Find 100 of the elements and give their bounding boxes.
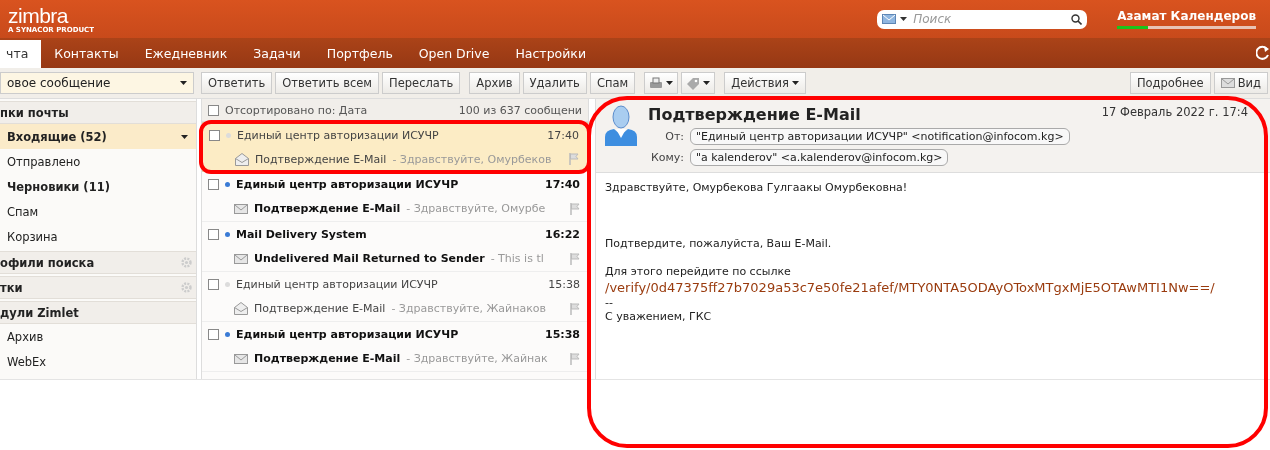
message-time: 16:22	[545, 228, 580, 241]
logo[interactable]: zimbra	[8, 4, 95, 26]
folder-item[interactable]: WebEx	[0, 349, 196, 374]
checkbox[interactable]	[208, 329, 219, 340]
message-time: 15:38	[548, 278, 580, 291]
sort-label[interactable]: Отсортировано по: Дата	[225, 103, 368, 117]
folder-item[interactable]: Отправлено	[0, 149, 196, 174]
checkbox[interactable]	[208, 104, 219, 116]
toolbar-button[interactable]: Спам	[589, 72, 636, 94]
section-header[interactable]: дули Zimlet	[0, 301, 196, 324]
search-icon[interactable]	[1071, 13, 1083, 25]
flag-icon[interactable]	[570, 202, 580, 215]
message-row[interactable]: Единый центр авторизации ИСУЧР 15:38 Подтверждение E-Mail - Здравствуйте, Жайнак	[202, 322, 588, 372]
folder-item[interactable]: Входящие (52)	[0, 124, 196, 149]
app-tab[interactable]: Ежедневник	[131, 40, 241, 68]
message-subject: Undelivered Mail Returned to Sender	[254, 252, 485, 265]
message-sender: Единый центр авторизации ИСУЧР	[237, 128, 439, 142]
app-tab[interactable]: Портфель	[313, 40, 406, 68]
folder-item[interactable]: Спам	[0, 199, 196, 224]
app-tab[interactable]: Контакты	[41, 40, 132, 68]
message-title: Подтверждение E-Mail	[648, 105, 861, 124]
caret-icon	[703, 81, 711, 85]
envelope-icon	[234, 203, 248, 214]
body-text: С уважением, ГКС	[605, 310, 713, 324]
message-time: 17:40	[545, 178, 580, 191]
flag-icon[interactable]	[570, 302, 580, 315]
app-tab[interactable]: чта	[0, 40, 42, 68]
view-menu-button[interactable]: Вид	[1213, 72, 1268, 94]
message-preview: - Здравствуйте, Омурбеков	[392, 152, 552, 166]
sender-address[interactable]: "Единый центр авторизации ИСУЧР" <notification@infocom.kg>	[690, 128, 1070, 145]
flag-icon[interactable]	[570, 352, 580, 365]
envelope-icon	[1220, 78, 1235, 88]
envelope-icon	[234, 353, 248, 364]
flag-icon[interactable]	[570, 252, 580, 265]
folder-item[interactable]: Корзина	[0, 224, 196, 249]
printer-icon	[649, 76, 664, 90]
from-label: От:	[664, 130, 684, 143]
refresh-icon[interactable]	[1256, 45, 1270, 61]
tag-menu-button[interactable]	[681, 72, 716, 94]
message-subject: Подтверждение E-Mail	[254, 302, 386, 315]
message-preview: - Здравствуйте, Жайнаков	[391, 302, 547, 315]
open-envelope-icon	[234, 302, 248, 315]
toolbar-button[interactable]: Переслать	[382, 72, 461, 94]
checkbox[interactable]	[208, 179, 219, 190]
message-sender: Единый центр авторизации ИСУЧР	[236, 278, 438, 291]
body-text: Здравствуйте, Омурбекова Гулгаакы Омурбековна!	[605, 181, 909, 195]
message-time: 17:40	[547, 128, 579, 142]
body-text: Для этого перейдите по ссылке	[605, 265, 792, 279]
envelope-icon	[234, 253, 248, 264]
section-header[interactable]: тки	[0, 276, 196, 299]
verify-link[interactable]: /verify/0d47375ff27b7029a53c7e50fe21afef/MTY0NTA5ODAyOToxMTgxMjE5OTAwMTI1Nw==/	[605, 280, 1215, 295]
search-field[interactable]: Поиск	[911, 11, 1068, 27]
message-subject: Подтверждение E-Mail	[254, 202, 401, 215]
print-menu-button[interactable]	[644, 72, 679, 94]
message-subject: Подтверждение E-Mail	[254, 352, 401, 365]
message-row[interactable]: Единый центр авторизации ИСУЧР 15:38 Подтверждение E-Mail - Здравствуйте, Жайнаков	[202, 272, 588, 322]
message-preview: - Здравствуйте, Омурбе	[406, 202, 546, 215]
toolbar-button[interactable]: Ответить	[201, 72, 273, 94]
user-name[interactable]: Азамат Календеров	[1117, 9, 1256, 23]
toolbar-button[interactable]: Ответить всем	[275, 72, 380, 94]
app-tab[interactable]: Open Drive	[405, 40, 503, 68]
toolbar-button[interactable]: Архив	[469, 72, 520, 94]
message-date: 17 Февраль 2022 г. 17:4	[1101, 105, 1248, 121]
checkbox[interactable]	[208, 279, 219, 290]
message-row[interactable]: Единый центр авторизации ИСУЧР 17:40 Подтверждение E-Mail - Здравствуйте, Омурбеков	[202, 122, 588, 172]
section-header[interactable]: офили поиска	[0, 251, 196, 274]
message-sender: Единый центр авторизации ИСУЧР	[236, 178, 459, 191]
folder-item[interactable]: Черновики (11)	[0, 174, 196, 199]
message-subject: Подтверждение E-Mail	[255, 152, 387, 166]
toolbar-button[interactable]: Удалить	[522, 72, 587, 94]
recipient-address[interactable]: "a kalenderov" <a.kalenderov@infocom.kg>	[690, 149, 949, 166]
message-count: 100 из 637 сообщени	[458, 103, 582, 117]
toolbar-button[interactable]: Подробнее	[1129, 72, 1211, 94]
caret-icon[interactable]	[181, 134, 188, 139]
message-preview: - This is tl	[490, 252, 544, 265]
caret-icon	[666, 81, 674, 85]
message-row[interactable]: Mail Delivery System 16:22 Undelivered Mail Returned to Sender - This is tl	[202, 222, 588, 272]
to-label: Кому:	[649, 151, 684, 164]
actions-menu-button[interactable]: Действия	[724, 72, 806, 94]
section-header[interactable]: пки почты	[0, 101, 196, 124]
new-message-dropdown[interactable]: овое сообщение	[0, 72, 194, 94]
app-tab[interactable]: Задачи	[240, 40, 314, 68]
message-sender: Единый центр авторизации ИСУЧР	[236, 328, 459, 341]
message-sender: Mail Delivery System	[236, 228, 367, 241]
tag-icon	[686, 76, 701, 90]
app-tab[interactable]: Настройки	[502, 40, 600, 68]
caret-icon	[791, 81, 799, 85]
folder-item[interactable]: Архив	[0, 324, 196, 349]
caret-icon[interactable]	[900, 17, 908, 21]
body-text: Подтвердите, пожалуйста, Ваш E-Mail.	[605, 237, 833, 251]
open-envelope-icon	[235, 152, 249, 166]
checkbox[interactable]	[208, 229, 219, 240]
message-row[interactable]: Единый центр авторизации ИСУЧР 17:40 Подтверждение E-Mail - Здравствуйте, Омурбе	[202, 172, 588, 222]
avatar-icon	[604, 105, 638, 147]
message-time: 15:38	[545, 328, 580, 341]
search-bar[interactable]: Поиск	[877, 9, 1088, 29]
caret-icon	[180, 81, 187, 85]
mail-icon[interactable]	[882, 14, 897, 24]
checkbox[interactable]	[209, 129, 220, 141]
message-preview: - Здравствуйте, Жайнак	[406, 352, 548, 365]
